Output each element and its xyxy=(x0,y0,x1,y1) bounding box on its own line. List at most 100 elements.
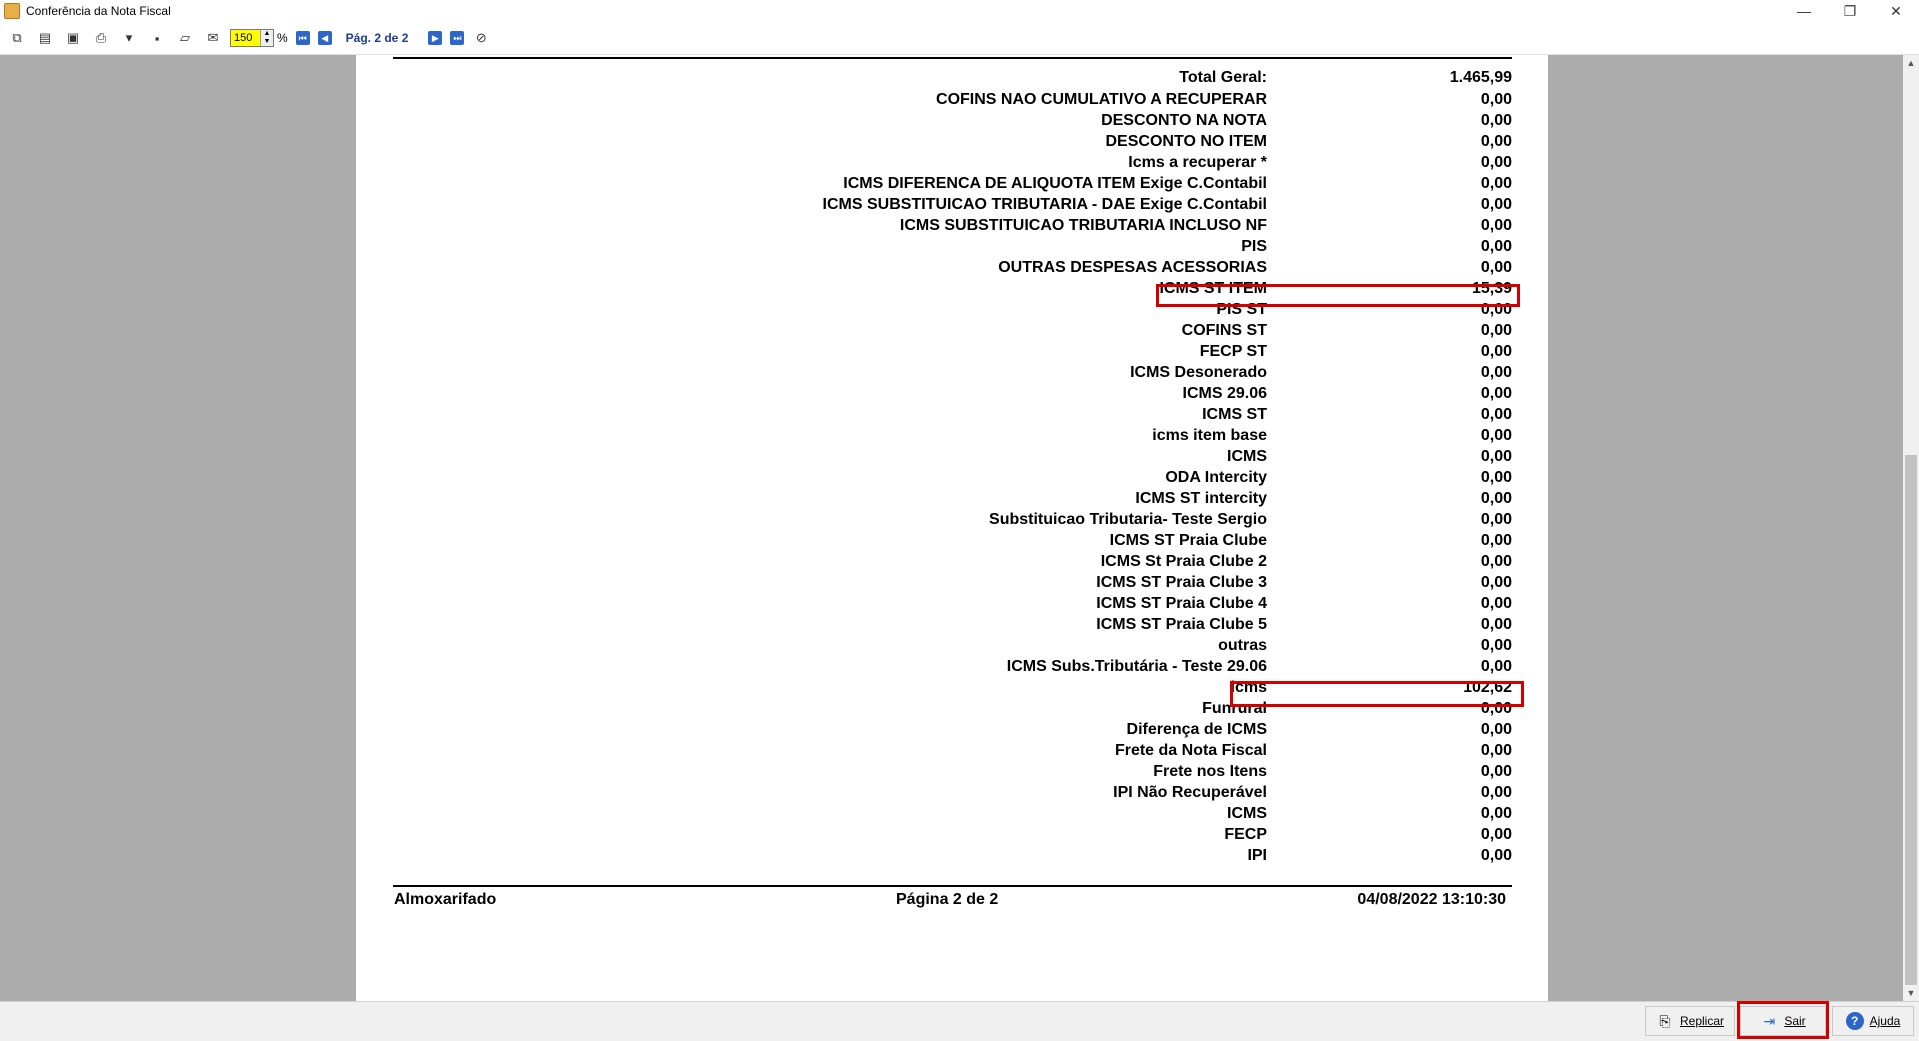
row-label: Substituicao Tributaria- Teste Sergio xyxy=(989,511,1267,528)
row-value: 0,00 xyxy=(1480,784,1512,801)
top-rule xyxy=(393,57,1512,59)
row-value: 0,00 xyxy=(1480,532,1512,549)
export-icon[interactable]: ⧉ xyxy=(6,27,28,49)
scroll-thumb[interactable] xyxy=(1905,455,1917,985)
row-label: FECP xyxy=(1224,826,1267,843)
ajuda-label: Ajuda xyxy=(1869,1014,1901,1028)
close-button[interactable]: ✕ xyxy=(1873,0,1919,22)
report-row: icms item base 0,00 xyxy=(356,427,1548,448)
report-row: Substituicao Tributaria- Teste Sergio 0,0… xyxy=(356,511,1548,532)
save-icon[interactable]: ▪ xyxy=(146,27,168,49)
report-row: outras 0,00 xyxy=(356,637,1548,658)
report-row: COFINS NAO CUMULATIVO A RECUPERAR 0,00 xyxy=(356,91,1548,112)
footer-datetime: 04/08/2022 13:10:30 xyxy=(1357,891,1506,908)
report-row: FECP ST 0,00 xyxy=(356,343,1548,364)
row-value: 0,00 xyxy=(1480,763,1512,780)
row-label: ICMS DIFERENCA DE ALIQUOTA ITEM Exige C.… xyxy=(843,175,1267,192)
replicar-label: Replicar xyxy=(1679,1014,1724,1028)
close-preview-icon[interactable]: ⊘ xyxy=(470,27,492,49)
report-row: IPI Não Recuperável 0,00 xyxy=(356,784,1548,805)
row-value: 0,00 xyxy=(1480,448,1512,465)
row-label: Diferença de ICMS xyxy=(1126,721,1267,738)
first-page-icon[interactable]: ⏮ xyxy=(295,31,310,45)
report-row: FECP 0,00 xyxy=(356,826,1548,847)
report-row: ICMS SUBSTITUICAO TRIBUTARIA - DAE Exige… xyxy=(356,196,1548,217)
report-row: ICMS ST intercity 0,00 xyxy=(356,490,1548,511)
zoom-unit: % xyxy=(277,31,288,45)
row-value: 0,00 xyxy=(1480,637,1512,654)
last-page-icon[interactable]: ⏭ xyxy=(450,31,465,45)
row-label: OUTRAS DESPESAS ACESSORIAS xyxy=(998,259,1267,276)
row-label: ICMS ST intercity xyxy=(1135,490,1267,507)
report-row: ICMS ST Praia Clube 0,00 xyxy=(356,532,1548,553)
row-value: 0,00 xyxy=(1480,721,1512,738)
replicar-button[interactable]: ⎘ Replicar xyxy=(1645,1006,1735,1036)
report-row: ICMS 0,00 xyxy=(356,805,1548,826)
row-value: 0,00 xyxy=(1480,175,1512,192)
report-row: IPI 0,00 xyxy=(356,847,1548,868)
row-value: 0,00 xyxy=(1480,490,1512,507)
highlight-icms xyxy=(1230,681,1524,707)
report-page: Total Geral: 1.465,99 COFINS NAO CUMULAT… xyxy=(356,55,1548,1001)
zoom-spinner[interactable]: ▲ ▼ xyxy=(260,30,273,46)
report-row: Frete da Nota Fiscal 0,00 xyxy=(356,742,1548,763)
row-label: ICMS xyxy=(1227,805,1267,822)
next-page-icon[interactable]: ▶ xyxy=(428,31,443,45)
scroll-up-icon[interactable]: ▲ xyxy=(1903,55,1919,71)
report-preview-area[interactable]: Total Geral: 1.465,99 COFINS NAO CUMULAT… xyxy=(0,55,1903,1001)
row-label: Frete nos Itens xyxy=(1153,763,1267,780)
open-folder-icon[interactable]: ▱ xyxy=(174,27,196,49)
footer-page: Página 2 de 2 xyxy=(896,891,999,908)
restore-button[interactable]: ❐ xyxy=(1827,0,1873,22)
row-label: ICMS Desonerado xyxy=(1130,364,1267,381)
help-icon: ? xyxy=(1845,1012,1864,1030)
print-options-icon[interactable]: ▾ xyxy=(118,27,140,49)
page-setup-icon[interactable]: ▤ xyxy=(34,27,56,49)
row-label: FECP ST xyxy=(1199,343,1267,360)
row-label: ICMS SUBSTITUICAO TRIBUTARIA INCLUSO NF xyxy=(899,217,1267,234)
row-value: 0,00 xyxy=(1480,553,1512,570)
zoom-value: 150 xyxy=(234,32,253,44)
row-value: 0,00 xyxy=(1480,154,1512,171)
toolbar: ⧉ ▤ ▣ ⎙ ▾ ▪ ▱ ✉ 150 ▲ ▼ % ⏮ ◀ Pág. 2 de 2… xyxy=(0,22,1919,55)
row-label: ICMS Subs.Tributária - Teste 29.06 xyxy=(1006,658,1267,675)
row-value: 0,00 xyxy=(1480,469,1512,486)
ajuda-button[interactable]: ? Ajuda xyxy=(1832,1006,1914,1036)
row-value: 0,00 xyxy=(1480,742,1512,759)
row-label: ICMS St Praia Clube 2 xyxy=(1100,553,1267,570)
total-label: Total Geral: xyxy=(1179,69,1267,86)
zoom-input[interactable]: 150 ▲ ▼ xyxy=(230,29,274,47)
row-label: ICMS ST Praia Clube 4 xyxy=(1096,595,1267,612)
print-icon[interactable]: ⎙ xyxy=(90,27,112,49)
minimize-button[interactable]: — xyxy=(1781,0,1827,22)
vertical-scrollbar[interactable]: ▲ ▼ xyxy=(1903,55,1919,1001)
scroll-down-icon[interactable]: ▼ xyxy=(1903,985,1919,1001)
report-row: ICMS DIFERENCA DE ALIQUOTA ITEM Exige C.… xyxy=(356,175,1548,196)
row-value: 0,00 xyxy=(1480,343,1512,360)
row-label: IPI Não Recuperável xyxy=(1113,784,1267,801)
row-label: DESCONTO NA NOTA xyxy=(1101,112,1267,129)
report-row: ICMS ST 0,00 xyxy=(356,406,1548,427)
row-value: 0,00 xyxy=(1480,259,1512,276)
app-icon xyxy=(4,3,20,19)
total-value: 1.465,99 xyxy=(1449,69,1512,86)
row-value: 0,00 xyxy=(1480,133,1512,150)
report-row: ICMS 29.06 0,00 xyxy=(356,385,1548,406)
footer-left: Almoxarifado xyxy=(394,891,497,908)
email-icon[interactable]: ✉ xyxy=(202,27,224,49)
report-row: DESCONTO NO ITEM 0,00 xyxy=(356,133,1548,154)
row-value: 0,00 xyxy=(1480,595,1512,612)
row-label: Icms a recuperar * xyxy=(1128,154,1267,171)
row-value: 0,00 xyxy=(1480,322,1512,339)
row-label: ICMS SUBSTITUICAO TRIBUTARIA - DAE Exige… xyxy=(822,196,1267,213)
row-label: ODA Intercity xyxy=(1165,469,1267,486)
row-label: COFINS ST xyxy=(1181,322,1267,339)
row-value: 0,00 xyxy=(1480,805,1512,822)
report-row: ICMS 0,00 xyxy=(356,448,1548,469)
report-row: Frete nos Itens 0,00 xyxy=(356,763,1548,784)
previous-page-icon[interactable]: ◀ xyxy=(317,31,332,45)
report-row: Icms a recuperar * 0,00 xyxy=(356,154,1548,175)
report-row: ICMS ST Praia Clube 3 0,00 xyxy=(356,574,1548,595)
row-value: 0,00 xyxy=(1480,658,1512,675)
fit-page-icon[interactable]: ▣ xyxy=(62,27,84,49)
